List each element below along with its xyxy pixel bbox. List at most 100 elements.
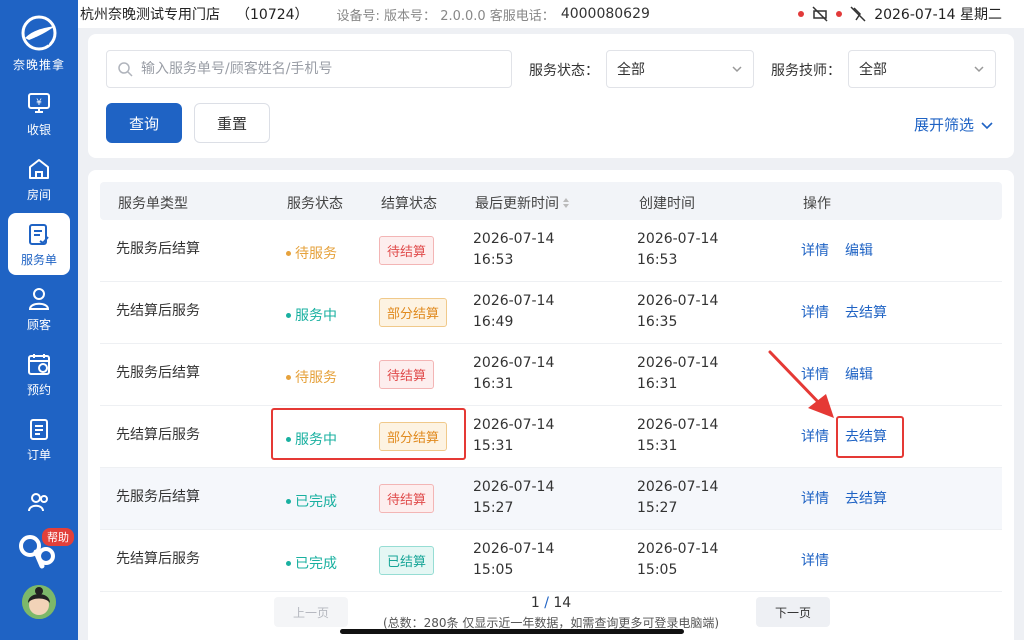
created-clock: 15:05 (637, 562, 678, 578)
sidebar-item-label: 房间 (26, 187, 51, 202)
help-badge: 帮助 (42, 528, 74, 546)
updated-date: 2026-07-14 (473, 479, 555, 495)
created-date: 2026-07-14 (637, 417, 719, 433)
cell-created-time: 2026-07-14 15:31 (637, 415, 718, 457)
header-updated[interactable]: 最后更新时间 (475, 193, 570, 213)
user-icon (28, 287, 50, 310)
sidebar-item-order[interactable]: 订单 (8, 408, 70, 470)
cell-type: 先服务后结算 (116, 489, 200, 505)
brand-logo-icon (17, 14, 61, 52)
updated-clock: 15:05 (473, 562, 514, 578)
reset-button[interactable]: 重置 (194, 103, 270, 143)
sidebar-item-service-order[interactable]: 服务单 (8, 213, 70, 275)
cell-updated-time: 2026-07-14 16:53 (473, 229, 554, 271)
search-icon (118, 62, 133, 77)
created-date: 2026-07-14 (637, 231, 719, 247)
next-page-button[interactable]: 下一页 (756, 597, 830, 627)
total-pages: 14 (553, 595, 572, 611)
table-row: 先服务后结算 待服务 待结算 2026-07-14 16:31 2026-07-14 16:… (100, 344, 1002, 406)
updated-clock: 16:49 (473, 314, 514, 330)
settle-badge: 待结算 (379, 484, 435, 513)
settle-link[interactable]: 去结算 (845, 302, 887, 322)
edit-link[interactable]: 编辑 (845, 240, 873, 260)
expand-filter-toggle[interactable]: 展开筛选 (914, 114, 994, 135)
help-button[interactable]: 帮助 (16, 528, 74, 572)
query-button[interactable]: 查询 (106, 103, 182, 143)
chevron-down-icon (981, 121, 993, 129)
detail-link[interactable]: 详情 (801, 426, 829, 446)
created-date: 2026-07-14 (637, 541, 719, 557)
updated-date: 2026-07-14 (473, 231, 555, 247)
sort-icon (563, 198, 569, 208)
tech-select-value: 全部 (859, 62, 887, 78)
updated-date: 2026-07-14 (473, 417, 555, 433)
status-dot-icon (286, 250, 291, 256)
chevron-down-icon (732, 66, 742, 73)
svg-text:¥: ¥ (36, 98, 42, 108)
cell-created-time: 2026-07-14 16:35 (637, 291, 718, 333)
status-select[interactable]: 全部 (606, 50, 754, 88)
sidebar-item-label: 收银 (26, 122, 51, 137)
updated-date: 2026-07-14 (473, 541, 555, 557)
created-clock: 15:31 (637, 438, 678, 454)
brand-name: 奈晚推拿 (12, 58, 65, 72)
annotation-highlight-status (271, 408, 466, 460)
sidebar: 奈晚推拿 ¥ 收银 房间 服务单 顾客 预约 订单 帮助 (0, 0, 78, 640)
table-row: 先服务后结算 待服务 待结算 2026-07-14 16:53 2026-07-14 16:… (100, 220, 1002, 282)
header-type: 服务单类型 (118, 196, 188, 212)
status-text: 服务中 (295, 308, 337, 324)
table-header: 服务单类型 服务状态 结算状态 最后更新时间 创建时间 操作 (100, 182, 1002, 220)
settle-link[interactable]: 去结算 (845, 488, 887, 508)
sidebar-item-label: 服务单 (20, 252, 57, 267)
current-page: 1 (530, 595, 540, 611)
sidebar-item-cashier[interactable]: ¥ 收银 (8, 83, 70, 145)
scanner-off-icon (850, 6, 866, 22)
sidebar-item-label: 预约 (26, 382, 51, 397)
updated-clock: 15:31 (473, 438, 514, 454)
status-text: 已完成 (295, 556, 337, 572)
header-created: 创建时间 (639, 196, 695, 212)
settle-badge: 部分结算 (379, 298, 448, 327)
cell-type: 先服务后结算 (116, 365, 200, 381)
header-settle: 结算状态 (381, 196, 437, 212)
created-date: 2026-07-14 (637, 479, 719, 495)
sidebar-item-room[interactable]: 房间 (8, 148, 70, 210)
status-icons: 2026-07-14 星期二 (798, 0, 1002, 28)
home-indicator (340, 629, 684, 634)
device-info: 设备号: 版本号： 2.0.0.0 客服电话： (336, 8, 555, 24)
detail-link[interactable]: 详情 (801, 240, 829, 260)
detail-link[interactable]: 详情 (801, 488, 829, 508)
created-clock: 15:27 (637, 500, 678, 516)
service-phone: 4000080629 (560, 6, 650, 22)
settle-badge: 已结算 (379, 546, 435, 575)
cell-updated-time: 2026-07-14 16:31 (473, 353, 554, 395)
sidebar-item-customer[interactable]: 顾客 (8, 278, 70, 340)
search-input[interactable] (141, 61, 501, 77)
table-row: 先结算后服务 服务中 部分结算 2026-07-14 16:49 2026-07-14 16… (100, 282, 1002, 344)
cell-updated-time: 2026-07-14 15:31 (473, 415, 554, 457)
chevron-down-icon (974, 66, 984, 73)
annotation-highlight-settle-action (836, 416, 904, 458)
status-text: 待服务 (295, 246, 337, 262)
cell-type: 先结算后服务 (116, 427, 200, 443)
detail-link[interactable]: 详情 (801, 302, 829, 322)
tech-select[interactable]: 全部 (848, 50, 996, 88)
edit-link[interactable]: 编辑 (845, 364, 873, 384)
filter-panel: 服务状态： 全部 服务技师： 全部 查询 重置 展开筛选 (88, 34, 1014, 158)
annotation-arrow-icon (768, 350, 834, 418)
updated-clock: 16:31 (473, 376, 514, 392)
detail-link[interactable]: 详情 (801, 550, 829, 570)
cell-type: 先结算后服务 (116, 551, 200, 567)
status-select-value: 全部 (617, 62, 645, 78)
cell-type: 先服务后结算 (116, 241, 200, 257)
sidebar-item-appointment[interactable]: 预约 (8, 343, 70, 405)
cashier-icon: ¥ (28, 92, 50, 113)
cell-created-time: 2026-07-14 16:31 (637, 353, 718, 395)
created-date: 2026-07-14 (637, 355, 719, 371)
sidebar-item-staff[interactable] (8, 473, 70, 535)
header-updated-label: 最后更新时间 (475, 196, 559, 212)
tech-filter-label: 服务技师： (771, 63, 841, 79)
search-box[interactable] (106, 50, 512, 88)
cell-created-time: 2026-07-14 15:05 (637, 539, 718, 581)
service-order-icon (29, 223, 49, 245)
